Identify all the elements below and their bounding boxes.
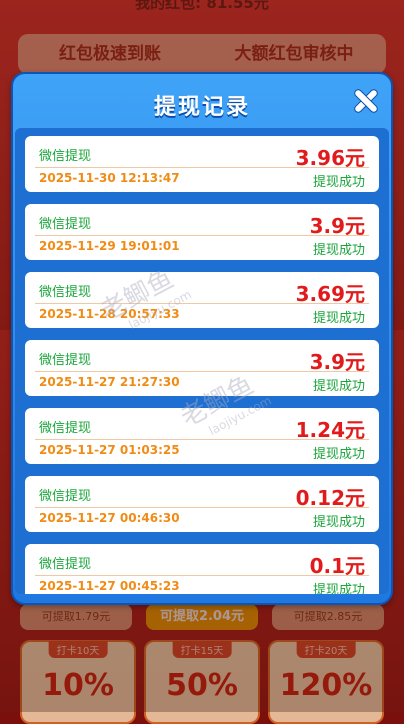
record-status: 提现成功 [312, 447, 365, 462]
row-divider [35, 167, 369, 168]
record-status: 提现成功 [312, 243, 365, 258]
record-row: 微信提现 3.96元 2025-11-30 12:13:47 提现成功 [25, 136, 379, 192]
modal-title: 提现记录 [153, 95, 250, 120]
record-title: 微信提现 [39, 557, 92, 572]
record-time: 2025-11-27 00:46:30 [39, 511, 180, 525]
row-divider [35, 507, 369, 508]
record-row: 微信提现 1.24元 2025-11-27 01:03:25 提现成功 [25, 408, 379, 464]
record-status: 提现成功 [312, 311, 365, 326]
record-row: 微信提现 3.69元 2025-11-28 20:57:33 提现成功 [25, 272, 379, 328]
record-status: 提现成功 [312, 175, 365, 190]
records-list[interactable]: 微信提现 3.96元 2025-11-30 12:13:47 提现成功 微信提现… [15, 128, 389, 594]
row-divider [35, 371, 369, 372]
withdraw-records-modal: 提现记录 微信提现 3.96元 2025-11-30 12:13:47 提现成功… [11, 72, 393, 605]
record-time: 2025-11-30 12:13:47 [39, 171, 180, 185]
record-row: 微信提现 0.1元 2025-11-27 00:45:23 提现成功 [25, 544, 379, 594]
record-title: 微信提现 [39, 285, 92, 300]
record-status: 提现成功 [312, 583, 365, 594]
record-title: 微信提现 [39, 353, 92, 368]
record-time: 2025-11-27 00:45:23 [39, 579, 180, 593]
record-title: 微信提现 [39, 421, 92, 436]
record-status: 提现成功 [312, 379, 365, 394]
record-row: 微信提现 3.9元 2025-11-29 19:01:01 提现成功 [25, 204, 379, 260]
row-divider [35, 575, 369, 576]
record-status: 提现成功 [312, 515, 365, 530]
record-title: 微信提现 [39, 489, 92, 504]
record-row: 微信提现 0.12元 2025-11-27 00:46:30 提现成功 [25, 476, 379, 532]
row-divider [35, 303, 369, 304]
record-time: 2025-11-27 01:03:25 [39, 443, 180, 457]
record-time: 2025-11-29 19:01:01 [39, 239, 180, 253]
record-title: 微信提现 [39, 149, 92, 164]
row-divider [35, 439, 369, 440]
row-divider [35, 235, 369, 236]
record-time: 2025-11-27 21:27:30 [39, 375, 180, 389]
record-row: 微信提现 3.9元 2025-11-27 21:27:30 提现成功 [25, 340, 379, 396]
record-time: 2025-11-28 20:57:33 [39, 307, 180, 321]
record-title: 微信提现 [39, 217, 92, 232]
close-icon[interactable] [353, 88, 379, 114]
